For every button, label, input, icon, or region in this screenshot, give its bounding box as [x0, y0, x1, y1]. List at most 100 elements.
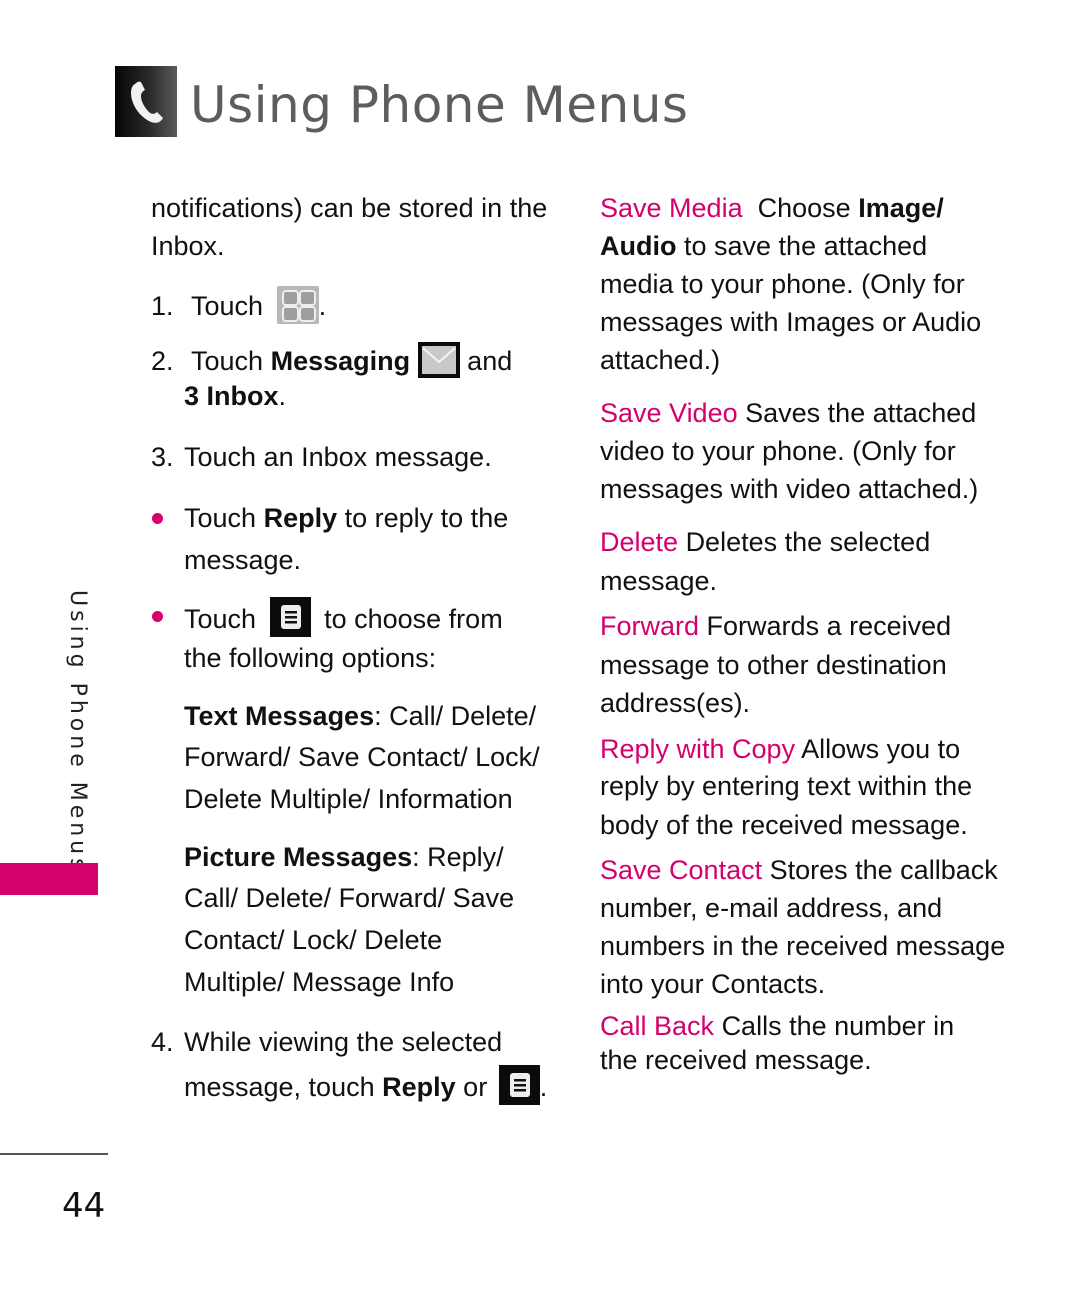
description-line: reply by entering text within the [600, 771, 973, 801]
envelope-icon [417, 342, 460, 378]
step-text: Touch an Inbox message. [184, 442, 492, 472]
description-line: messages with video attached.) [600, 474, 979, 504]
step-number: 3. [151, 442, 174, 472]
description-line: number, e-mail address, and [600, 893, 943, 923]
text-messages-label: Text Messages [184, 701, 375, 731]
bullet-icon [152, 611, 163, 622]
save-media-entry: Save Media Choose Image/ [600, 189, 944, 227]
page-title: Using Phone Menus [190, 76, 689, 134]
step-text: or [463, 1072, 488, 1102]
description-text: Calls the number in [721, 1011, 955, 1041]
bullet-2-line2: the following options: [184, 643, 437, 673]
description-text: Deletes the selected [685, 527, 931, 557]
step-4-line2: message, touch Reply or . [184, 1065, 547, 1106]
description-line: messages with Images or Audio [600, 307, 982, 337]
description-line: media to your phone. (Only for [600, 269, 965, 299]
description-line: message. [600, 566, 718, 596]
options-text: : Reply/ [412, 842, 504, 872]
options-text: Forward/ Save Contact/ Lock/ [184, 742, 540, 772]
options-text: : Call/ Delete/ [374, 701, 537, 731]
description-text: Forwards a received [706, 611, 952, 641]
phone-handset-icon [115, 66, 177, 137]
description-text: Stores the callback [769, 855, 998, 885]
step-2: 2. Touch Messaging and [151, 342, 512, 380]
description-text: Allows you to [801, 734, 961, 764]
options-text: Multiple/ Message Info [184, 967, 455, 997]
bullet-text: to choose from [324, 604, 503, 634]
description-text: Saves the attached [745, 398, 977, 428]
reply-label: Reply [382, 1072, 456, 1102]
description-line: body of the received message. [600, 810, 968, 840]
options-menu-glyph [509, 1073, 530, 1097]
bullet-2-line1: Touch to choose from [184, 597, 503, 638]
intro-text-line1: notifications) can be stored in the [151, 193, 548, 223]
forward-term: Forward [600, 611, 700, 641]
step-punct: . [318, 291, 327, 321]
description-line: message to other destination [600, 650, 947, 680]
side-section-label: Using Phone Menus [58, 590, 98, 874]
picture-messages-label: Picture Messages [184, 842, 413, 872]
call-back-entry: Call Back Calls the number in [600, 1007, 954, 1045]
options-menu-icon [269, 597, 311, 637]
step-punct: . [539, 1072, 548, 1102]
description-line: address(es). [600, 688, 751, 718]
bullet-1-line2: message. [184, 545, 302, 575]
description-line: attached.) [600, 345, 721, 375]
reply-with-copy-entry: Reply with Copy Allows you to [600, 730, 960, 768]
step-text: message, touch [184, 1072, 375, 1102]
page-number: 44 [62, 1186, 106, 1226]
step-number: 2. [151, 346, 174, 376]
step-text-after: and [467, 346, 513, 376]
reply-with-copy-term: Reply with Copy [600, 734, 796, 764]
options-text: Call/ Delete/ Forward/ Save [184, 883, 515, 913]
description-text: Choose [757, 193, 851, 223]
description-line: numbers in the received message [600, 931, 1006, 961]
step-3: 3. Touch an Inbox message. [151, 438, 492, 476]
description-line: the received message. [600, 1045, 872, 1075]
step-text: Touch [191, 346, 264, 376]
save-video-term: Save Video [600, 398, 738, 428]
step-punct: . [278, 381, 287, 411]
footer-divider [0, 1153, 108, 1155]
step-1: 1. Touch . [151, 286, 326, 325]
options-menu-icon [498, 1065, 540, 1105]
inbox-label: 3 Inbox [184, 381, 279, 411]
options-text: Contact/ Lock/ Delete [184, 925, 443, 955]
options-text: Delete Multiple/ Information [184, 784, 513, 814]
forward-entry: Forward Forwards a received [600, 607, 951, 645]
image-option-label: Image/ [858, 193, 944, 223]
bullet-1-line1: Touch Reply to reply to the [184, 499, 508, 537]
messaging-label: Messaging [270, 346, 411, 376]
bullet-text: Touch [184, 604, 257, 634]
intro-text-line2: Inbox. [151, 231, 225, 261]
bullet-icon [152, 513, 163, 524]
description-text: to save the attached [684, 231, 928, 261]
audio-option-label: Audio [600, 231, 677, 261]
section-marker-bar [0, 863, 98, 895]
envelope-glyph [421, 346, 456, 374]
description-line: into your Contacts. [600, 969, 826, 999]
delete-term: Delete [600, 527, 679, 557]
step-number: 1. [151, 291, 174, 321]
save-contact-entry: Save Contact Stores the callback [600, 851, 998, 889]
text-messages-options: Text Messages: Call/ Delete/ [184, 697, 536, 735]
description-line: video to your phone. (Only for [600, 436, 956, 466]
bullet-text: Touch [184, 503, 257, 533]
phone-glyph [131, 81, 163, 123]
side-section-label-text: Using Phone Menus [65, 590, 90, 874]
save-contact-term: Save Contact [600, 855, 763, 885]
menu-grid-icon [276, 286, 319, 324]
call-back-term: Call Back [600, 1011, 715, 1041]
save-video-entry: Save Video Saves the attached [600, 394, 976, 432]
step-text: While viewing the selected [184, 1027, 503, 1057]
reply-label: Reply [263, 503, 338, 533]
delete-entry: Delete Deletes the selected [600, 523, 930, 561]
step-number: 4. [151, 1027, 174, 1057]
step-text: Touch [191, 291, 264, 321]
description-line: Audio to save the attached [600, 227, 927, 265]
save-media-term: Save Media [600, 193, 743, 223]
bullet-text: to reply to the [344, 503, 509, 533]
picture-messages-options: Picture Messages: Reply/ [184, 838, 504, 876]
step-4: 4. While viewing the selected [151, 1023, 502, 1061]
options-menu-glyph [280, 605, 301, 629]
